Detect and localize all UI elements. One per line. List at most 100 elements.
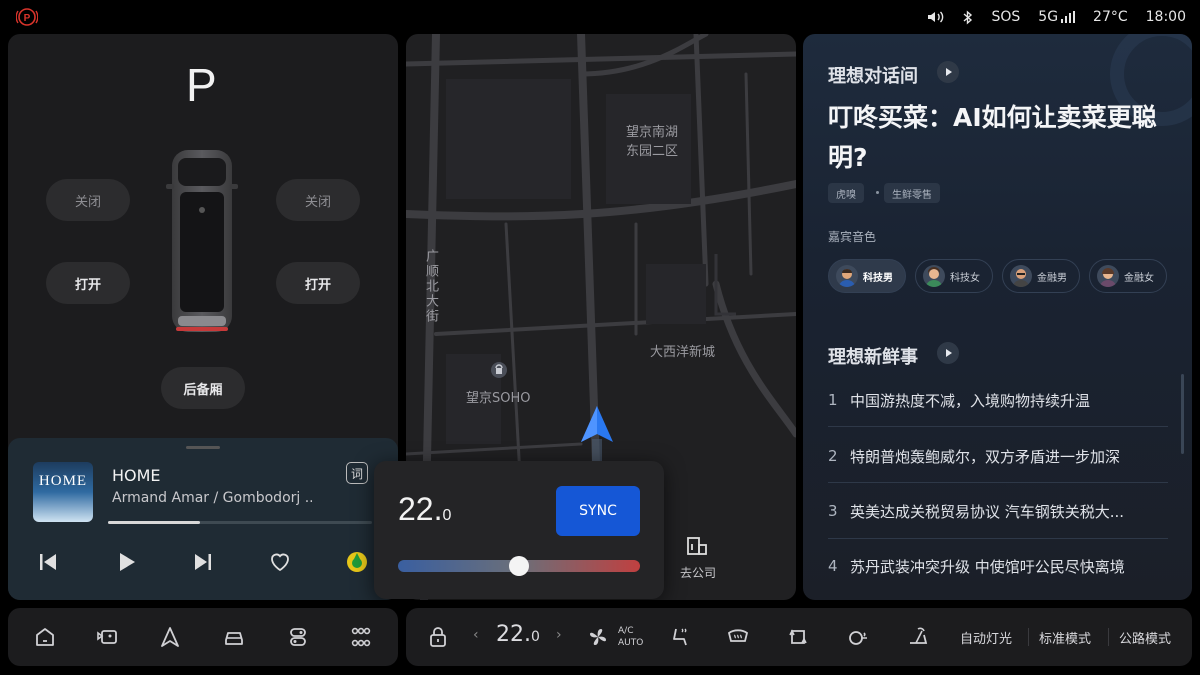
news-item-number: 4 (828, 557, 838, 575)
divider (828, 426, 1168, 427)
company-building-icon[interactable] (686, 536, 708, 556)
app-grid-icon[interactable] (349, 625, 373, 649)
camera-icon[interactable] (95, 625, 119, 649)
tag-separator (876, 191, 879, 194)
playback-progress-bar[interactable] (108, 521, 372, 524)
news-scrollbar[interactable] (1181, 374, 1184, 454)
signal-icon (1061, 11, 1076, 23)
climate-popup: 22.0 SYNC (374, 461, 664, 599)
news-list-item[interactable]: 3 英美达成关税贸易协议 汽车钢铁关税大... (828, 483, 1168, 539)
climate-temp-int: 22. (398, 491, 443, 527)
sos-label[interactable]: SOS (991, 9, 1020, 25)
voice-option-label: 金融男 (1037, 272, 1067, 284)
climate-temp-dec: 0 (442, 507, 452, 524)
previous-track-icon[interactable] (36, 550, 60, 574)
album-cover[interactable]: HOME (33, 462, 93, 522)
news-list-item[interactable]: 4 苏丹武装冲突升级 中使馆吁公民尽快离境 (828, 538, 1168, 594)
news-item-number: 3 (828, 502, 838, 520)
voice-option-tech-female[interactable]: 科技女 (915, 259, 993, 293)
air-recirculation-icon[interactable] (786, 625, 810, 649)
controls-icon[interactable] (286, 625, 310, 649)
music-app-icon[interactable] (345, 550, 369, 574)
section1-play-icon[interactable] (937, 61, 959, 83)
status-bar: P SOS 5G 27°C 18:00 (0, 0, 1200, 34)
temp-increase-icon[interactable]: › (556, 627, 562, 643)
wiper-icon[interactable] (906, 625, 930, 649)
auto-headlight-button[interactable]: 自动灯光 (960, 628, 1012, 647)
sync-button[interactable]: SYNC (556, 486, 640, 536)
guest-voice-label: 嘉宾音色 (828, 230, 877, 244)
avatar (1010, 265, 1032, 287)
bluetooth-icon[interactable] (963, 9, 973, 25)
left-window-close-button[interactable]: 关闭 (46, 179, 130, 221)
temperature-slider[interactable] (398, 556, 640, 576)
map-label-area2: 大西洋新城 (650, 345, 716, 360)
clock: 18:00 (1145, 9, 1186, 25)
news-item-text: 苏丹武装冲突升级 中使馆吁公民尽快离境 (850, 557, 1125, 576)
section-title-news[interactable]: 理想新鲜事 (828, 343, 918, 369)
drag-handle[interactable] (186, 446, 220, 449)
vehicle-icon[interactable] (222, 625, 246, 649)
play-icon[interactable] (114, 550, 138, 574)
avatar (923, 265, 945, 287)
navigation-icon[interactable] (158, 625, 182, 649)
map-label-poi[interactable]: 望京SOHO (466, 387, 531, 406)
avatar (836, 265, 858, 287)
climate-temperature: 22.0 (398, 491, 451, 528)
featured-headline[interactable]: 叮咚买菜：AI如何让卖菜更聪明? (828, 98, 1173, 178)
right-window-close-button[interactable]: 关闭 (276, 179, 360, 221)
divider (1108, 628, 1109, 646)
standard-mode-button[interactable]: 标准模式 (1039, 628, 1091, 647)
news-item-text: 中国游热度不减，入境购物持续升温 (850, 391, 1091, 410)
news-item-text: 英美达成关税贸易协议 汽车钢铁关税大... (850, 502, 1125, 521)
gear-indicator: P (186, 59, 217, 111)
temp-decrease-icon[interactable]: ‹ (473, 627, 479, 643)
dock-temperature[interactable]: 22.0 (496, 622, 540, 647)
car-top-view-image (166, 150, 238, 332)
map-label-area1: 望京南湖 东园二区 (626, 121, 678, 159)
go-to-company-shortcut[interactable]: 去公司 (678, 564, 718, 581)
seat-heating-icon[interactable] (668, 625, 692, 649)
front-defrost-icon[interactable] (726, 625, 750, 649)
steering-heat-icon[interactable] (846, 625, 870, 649)
auto-label: AUTO (618, 638, 644, 648)
news-list-item[interactable]: 2 特朗普炮轰鲍威尔，双方矛盾进一步加深 (828, 428, 1168, 484)
outside-temperature: 27°C (1093, 9, 1128, 25)
source-tag: 虎嗅 (828, 183, 864, 203)
divider (1028, 628, 1029, 646)
network-indicator: 5G (1038, 9, 1076, 25)
voice-option-tech-male[interactable]: 科技男 (828, 259, 906, 293)
next-track-icon[interactable] (191, 550, 215, 574)
home-icon[interactable] (33, 625, 57, 649)
voice-option-label: 科技男 (863, 272, 893, 284)
map-label-area1-line1: 望京南湖 (626, 125, 679, 140)
category-tag: 生鲜零售 (884, 183, 940, 203)
temperature-slider-knob[interactable] (509, 556, 529, 576)
ac-label: A/C (618, 626, 634, 636)
favorite-heart-icon[interactable] (268, 550, 292, 574)
left-door-open-button[interactable]: 打开 (46, 262, 130, 304)
song-title: HOME (112, 466, 161, 485)
lyrics-button[interactable]: 词 (346, 462, 368, 484)
lock-icon[interactable] (426, 625, 450, 649)
poi-marker-icon[interactable] (490, 361, 508, 379)
voice-option-finance-female[interactable]: 金融女 (1089, 259, 1167, 293)
network-type: 5G (1038, 9, 1059, 25)
section-title-dialogue[interactable]: 理想对话间 (828, 62, 918, 88)
ac-auto-button[interactable]: A/C AUTO (618, 625, 643, 649)
news-panel: 理想对话间 叮咚买菜：AI如何让卖菜更聪明? 虎嗅 生鲜零售 嘉宾音色 科技男 … (803, 34, 1192, 600)
news-list-item[interactable]: 1 中国游热度不减，入境购物持续升温 (828, 372, 1168, 428)
voice-option-label: 科技女 (950, 272, 980, 284)
fan-icon[interactable] (586, 625, 610, 649)
trunk-button[interactable]: 后备厢 (161, 367, 245, 409)
section2-play-icon[interactable] (937, 342, 959, 364)
road-mode-button[interactable]: 公路模式 (1119, 628, 1171, 647)
voice-option-finance-male[interactable]: 金融男 (1002, 259, 1080, 293)
news-item-text: 特朗普炮轰鲍威尔，双方矛盾进一步加深 (850, 447, 1121, 466)
playback-progress-fill (108, 521, 201, 524)
avatar (1097, 265, 1119, 287)
svg-text:P: P (24, 13, 31, 24)
map-label-street: 广顺北大街 (423, 249, 438, 324)
right-door-open-button[interactable]: 打开 (276, 262, 360, 304)
volume-icon[interactable] (927, 10, 945, 24)
